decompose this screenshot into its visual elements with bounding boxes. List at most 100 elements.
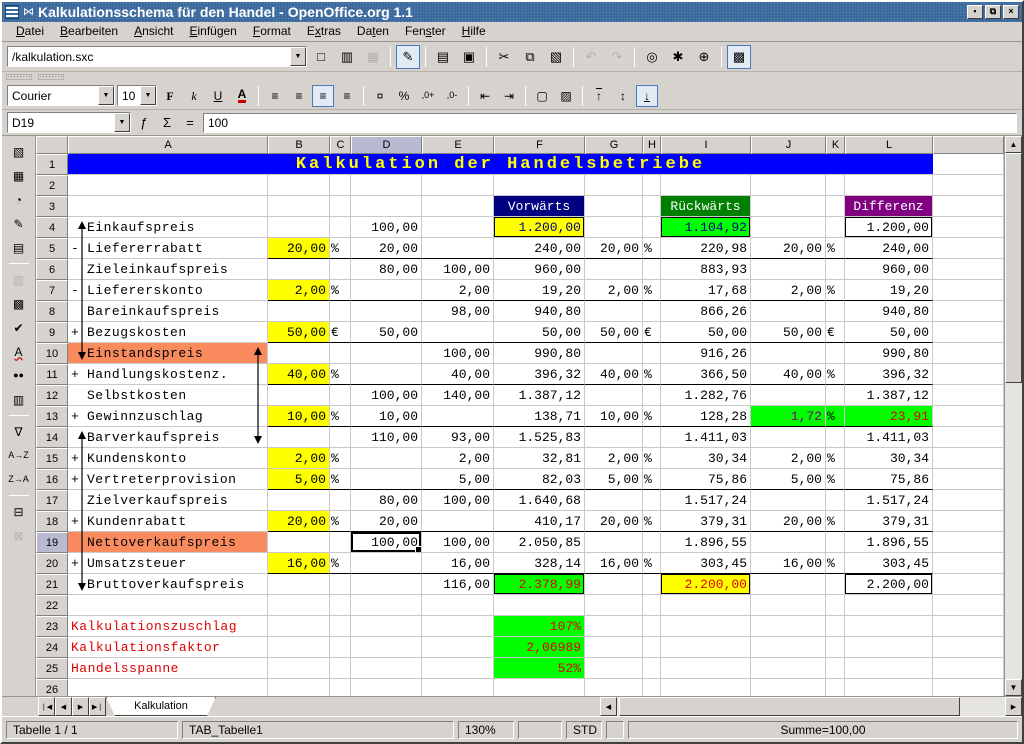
- align-center-vertical-button[interactable]: ↕: [612, 85, 634, 107]
- cell-H22[interactable]: [643, 595, 661, 616]
- export-pdf-icon[interactable]: ▤: [431, 45, 455, 69]
- cell-pad[interactable]: [933, 406, 1004, 427]
- cell-K19[interactable]: [826, 532, 845, 553]
- row-header-16[interactable]: 16: [36, 469, 68, 490]
- cell-L7[interactable]: 19,20: [845, 280, 933, 301]
- cell-C11[interactable]: %: [330, 364, 351, 385]
- cell-L12[interactable]: 1.387,12: [845, 385, 933, 406]
- cell-L20[interactable]: 303,45: [845, 553, 933, 574]
- cell-E6[interactable]: 100,00: [422, 259, 494, 280]
- menu-einf-gen[interactable]: Einfügen: [181, 22, 244, 41]
- cell-F25[interactable]: 52%: [494, 658, 585, 679]
- cell-pad[interactable]: [933, 385, 1004, 406]
- row-header-23[interactable]: 23: [36, 616, 68, 637]
- cell-G24[interactable]: [585, 637, 643, 658]
- cell-B12[interactable]: [268, 385, 330, 406]
- cell-I26[interactable]: [661, 679, 751, 696]
- cell-L16[interactable]: 75,86: [845, 469, 933, 490]
- vertical-scroll-thumb[interactable]: [1005, 153, 1022, 383]
- menu-format[interactable]: Format: [245, 22, 299, 41]
- cell-F14[interactable]: 1.525,83: [494, 427, 585, 448]
- cell-K14[interactable]: [826, 427, 845, 448]
- cell-C16[interactable]: %: [330, 469, 351, 490]
- cell-C21[interactable]: [330, 574, 351, 595]
- cell-E25[interactable]: [422, 658, 494, 679]
- cell-G23[interactable]: [585, 616, 643, 637]
- row-header-10[interactable]: 10: [36, 343, 68, 364]
- cell-H4[interactable]: [643, 217, 661, 238]
- cell-C17[interactable]: [330, 490, 351, 511]
- cell-B22[interactable]: [268, 595, 330, 616]
- open-document-icon[interactable]: ▥: [335, 45, 359, 69]
- cell-J17[interactable]: [751, 490, 826, 511]
- cell-J20[interactable]: 16,00: [751, 553, 826, 574]
- cell-pad[interactable]: [933, 532, 1004, 553]
- function-autopilot-icon[interactable]: ƒ: [134, 113, 154, 133]
- increase-indent-button[interactable]: ⇥: [498, 85, 520, 107]
- cell-I16[interactable]: 75,86: [661, 469, 751, 490]
- bold-button[interactable]: F: [159, 85, 181, 107]
- cell-C22[interactable]: [330, 595, 351, 616]
- row-header-25[interactable]: 25: [36, 658, 68, 679]
- cell-J21[interactable]: [751, 574, 826, 595]
- cell-A20[interactable]: +Umsatzsteuer: [68, 553, 268, 574]
- cell-C14[interactable]: [330, 427, 351, 448]
- cell-pad[interactable]: [933, 238, 1004, 259]
- cell-D15[interactable]: [351, 448, 422, 469]
- spellcheck-icon[interactable]: ✔: [7, 316, 31, 339]
- cell-I25[interactable]: [661, 658, 751, 679]
- cell-pad[interactable]: [933, 364, 1004, 385]
- form-functions-icon[interactable]: ▤: [7, 236, 31, 259]
- cell-K5[interactable]: %: [826, 238, 845, 259]
- cell-B11[interactable]: 40,00: [268, 364, 330, 385]
- cell-B20[interactable]: 16,00: [268, 553, 330, 574]
- cell-I12[interactable]: 1.282,76: [661, 385, 751, 406]
- cell-D13[interactable]: 10,00: [351, 406, 422, 427]
- underline-button[interactable]: U: [207, 85, 229, 107]
- cell-F6[interactable]: 960,00: [494, 259, 585, 280]
- row-header-12[interactable]: 12: [36, 385, 68, 406]
- cell-J22[interactable]: [751, 595, 826, 616]
- cell-H15[interactable]: %: [643, 448, 661, 469]
- cell-B6[interactable]: [268, 259, 330, 280]
- cell-B21[interactable]: [268, 574, 330, 595]
- sheet-tab-kalkulation[interactable]: Kalkulation: [106, 697, 216, 716]
- cell-F15[interactable]: 32,81: [494, 448, 585, 469]
- cell-C19[interactable]: [330, 532, 351, 553]
- cell-L11[interactable]: 396,32: [845, 364, 933, 385]
- cell-D23[interactable]: [351, 616, 422, 637]
- cell-E18[interactable]: [422, 511, 494, 532]
- cell-I8[interactable]: 866,26: [661, 301, 751, 322]
- cell-L4[interactable]: 1.200,00: [845, 217, 933, 238]
- cell-pad[interactable]: [933, 301, 1004, 322]
- cell-J16[interactable]: 5,00: [751, 469, 826, 490]
- cell-F23[interactable]: 107%: [494, 616, 585, 637]
- cell-F26[interactable]: [494, 679, 585, 696]
- cell-K20[interactable]: %: [826, 553, 845, 574]
- cell-F18[interactable]: 410,17: [494, 511, 585, 532]
- cell-E22[interactable]: [422, 595, 494, 616]
- cell-B14[interactable]: [268, 427, 330, 448]
- horizontal-scroll-thumb[interactable]: [619, 697, 960, 716]
- cell-K26[interactable]: [826, 679, 845, 696]
- column-header-d[interactable]: D: [351, 136, 422, 154]
- cell-L14[interactable]: 1.411,03: [845, 427, 933, 448]
- cell-E20[interactable]: 16,00: [422, 553, 494, 574]
- cell-G3[interactable]: [585, 196, 643, 217]
- borders-button[interactable]: ▢: [531, 85, 553, 107]
- cell-E3[interactable]: [422, 196, 494, 217]
- row-header-5[interactable]: 5: [36, 238, 68, 259]
- column-header-j[interactable]: J: [751, 136, 826, 154]
- cell-F22[interactable]: [494, 595, 585, 616]
- cell-K12[interactable]: [826, 385, 845, 406]
- cell-E19[interactable]: 100,00: [422, 532, 494, 553]
- cell-B23[interactable]: [268, 616, 330, 637]
- menu-datei[interactable]: Datei: [8, 22, 52, 41]
- cell-pad[interactable]: [933, 658, 1004, 679]
- cell-J13[interactable]: 1,72: [751, 406, 826, 427]
- cell-D17[interactable]: 80,00: [351, 490, 422, 511]
- cell-D2[interactable]: [351, 175, 422, 196]
- first-sheet-button[interactable]: ❘◀: [38, 697, 55, 716]
- italic-button[interactable]: k: [183, 85, 205, 107]
- cell-A4[interactable]: Einkaufspreis: [68, 217, 268, 238]
